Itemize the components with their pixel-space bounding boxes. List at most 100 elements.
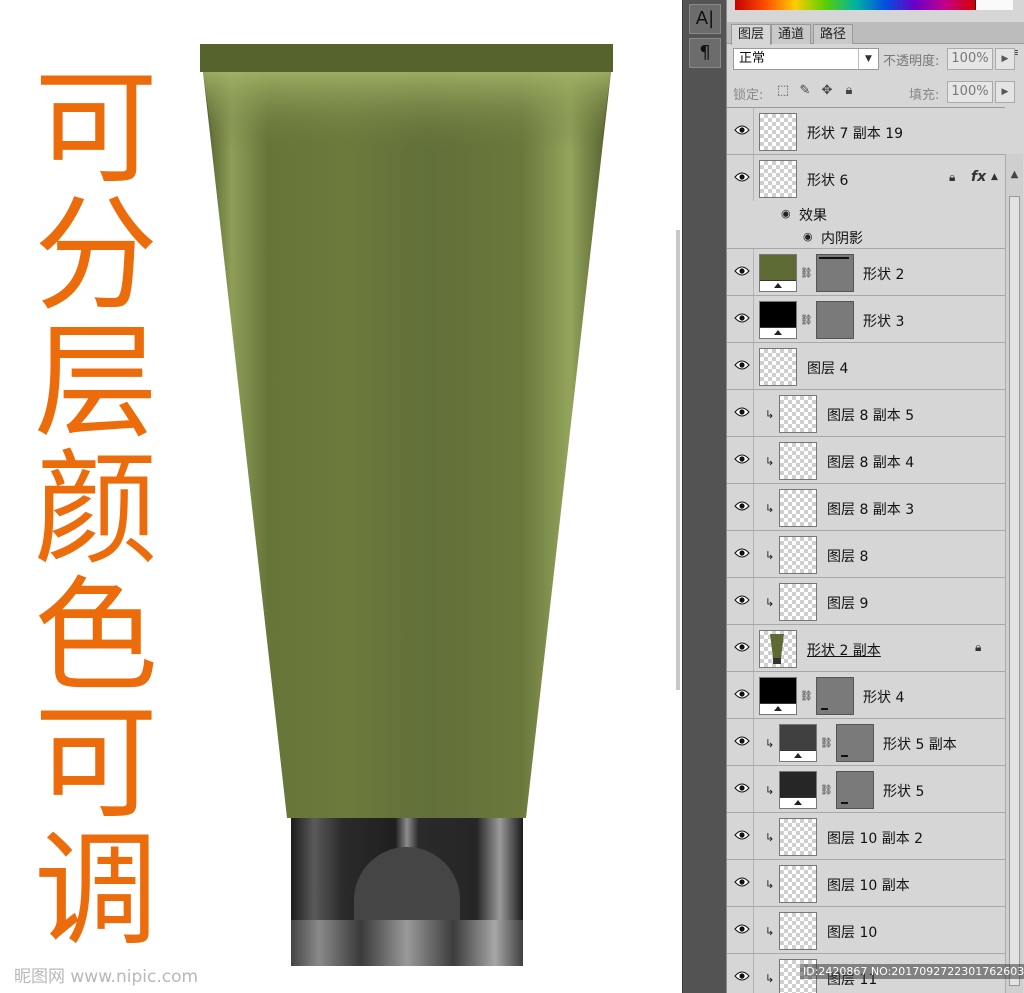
visibility-eye-icon[interactable] (730, 625, 754, 671)
visibility-eye-icon[interactable] (730, 719, 754, 765)
lock-position-move-icon[interactable]: ✥ (819, 83, 835, 99)
paragraph-panel-button[interactable]: ¶ (689, 38, 721, 68)
visibility-eye-icon[interactable] (730, 578, 754, 624)
inner-shadow-row[interactable]: ◉ 内阴影 (727, 225, 1005, 249)
vector-mask-thumbnail (816, 677, 854, 715)
visibility-eye-icon[interactable] (730, 155, 754, 201)
layer-row[interactable]: 图层 4 (727, 343, 1005, 390)
visibility-eye-icon[interactable] (730, 672, 754, 718)
layer-thumbnail (779, 536, 817, 574)
layer-row[interactable]: ↳ 图层 9 (727, 578, 1005, 625)
layer-name: 图层 10 副本 (827, 878, 910, 894)
visibility-eye-icon[interactable] (730, 437, 754, 483)
visibility-eye-icon[interactable] (730, 954, 754, 993)
visibility-eye-icon[interactable] (730, 390, 754, 436)
layer-lock-icon: 🔒︎ (949, 170, 956, 184)
layer-row[interactable]: ↳ 图层 8 副本 3 (727, 484, 1005, 531)
layer-name: 图层 8 副本 3 (827, 502, 915, 518)
visibility-eye-icon[interactable] (730, 860, 754, 906)
layer-name: 图层 8 (827, 549, 869, 565)
tab-channels[interactable]: 通道 (771, 24, 812, 44)
panel-tabs: 图层 通道 路径 ▾≡ (727, 22, 1024, 59)
lock-all-icon[interactable]: 🔒︎ (841, 83, 857, 99)
tab-paths[interactable]: 路径 (813, 24, 854, 44)
color-white-swatch[interactable] (975, 0, 1013, 10)
layer-name: 形状 5 (883, 784, 925, 800)
vector-mask-thumbnail (816, 254, 854, 292)
link-chain-icon: ⛓ (800, 691, 813, 702)
link-chain-icon: ⛓ (800, 268, 813, 279)
character-panel-button[interactable]: A| (689, 4, 721, 34)
headline-vertical-text: 可 分 层 颜 色 可 调 (26, 66, 166, 955)
blend-mode-select[interactable]: 正常 ▼ (733, 48, 879, 70)
scroll-up-arrow-icon[interactable]: ▲ (1006, 154, 1023, 196)
visibility-eye-icon[interactable] (730, 813, 754, 859)
visibility-eye-icon[interactable] (730, 531, 754, 577)
layer-lock-icon: 🔒︎ (975, 640, 982, 654)
color-spectrum[interactable] (735, 0, 975, 10)
tab-layers[interactable]: 图层 (731, 24, 772, 45)
layer-list-scrollbar[interactable]: ▲ (1005, 154, 1023, 993)
layer-name: 形状 4 (863, 690, 905, 706)
layer-row[interactable]: 形状 6 🔒︎ fx ▲ (727, 155, 1005, 202)
fill-input[interactable]: 100% (947, 81, 993, 103)
layer-thumbnail (779, 818, 817, 856)
visibility-eye-icon[interactable] (730, 766, 754, 812)
layer-row[interactable]: ↳ 图层 8 副本 4 (727, 437, 1005, 484)
canvas-scrollbar[interactable] (676, 230, 680, 690)
clipping-arrow-icon: ↳ (765, 408, 775, 421)
clipping-arrow-icon: ↳ (765, 972, 775, 985)
effects-row[interactable]: ◉ 效果 (727, 202, 1005, 225)
scroll-thumb[interactable] (1009, 196, 1020, 986)
layer-row[interactable]: ↳ 图层 10 副本 (727, 860, 1005, 907)
vector-mask-thumbnail (836, 724, 874, 762)
link-chain-icon: ⛓ (800, 315, 813, 326)
visibility-eye-icon[interactable] (730, 296, 754, 342)
lock-label: 锁定: (733, 88, 764, 103)
lock-pixels-brush-icon[interactable]: ✎ (797, 83, 813, 99)
tube-body (203, 72, 611, 818)
fill-slider-arrow-icon[interactable]: ▶ (995, 81, 1015, 103)
tube-shoulder (203, 72, 611, 150)
layer-row[interactable]: ↳ 图层 10 (727, 907, 1005, 954)
clipping-arrow-icon: ↳ (765, 831, 775, 844)
opacity-slider-arrow-icon[interactable]: ▶ (995, 48, 1015, 70)
link-chain-icon: ⛓ (820, 785, 833, 796)
layer-thumbnail (759, 630, 797, 668)
visibility-eye-icon[interactable] (730, 343, 754, 389)
layer-row[interactable]: ↳ 图层 8 (727, 531, 1005, 578)
expand-effects-arrow-icon[interactable]: ▲ (991, 172, 998, 182)
layer-row[interactable]: ⛓ 形状 3 (727, 296, 1005, 343)
visibility-eye-icon[interactable] (730, 907, 754, 953)
opacity-input[interactable]: 100% (947, 48, 993, 70)
lock-transparency-icon[interactable]: ⬚ (775, 83, 791, 99)
layer-name: 图层 8 副本 4 (827, 455, 915, 471)
layer-row[interactable]: ⛓ 形状 4 (727, 672, 1005, 719)
visibility-eye-icon[interactable] (730, 484, 754, 530)
layer-row[interactable]: 形状 2 副本 🔒︎ (727, 625, 1005, 672)
fill-layer-thumbnail (759, 301, 797, 339)
layer-row[interactable]: ↳ ⛓ 形状 5 副本 (727, 719, 1005, 766)
vector-mask-thumbnail (836, 771, 874, 809)
layer-row[interactable]: ↳ ⛓ 形状 5 (727, 766, 1005, 813)
layer-row[interactable]: ⛓ 形状 2 (727, 249, 1005, 296)
layer-row[interactable]: 形状 7 副本 19 (727, 108, 1005, 155)
layer-name: 形状 2 副本 (807, 643, 881, 659)
visibility-eye-icon[interactable] (730, 249, 754, 295)
document-canvas[interactable]: 可 分 层 颜 色 可 调 昵图网 www.nipic.com (0, 0, 682, 993)
layer-name: 图层 8 副本 5 (827, 408, 915, 424)
effect-eye-icon[interactable]: ◉ (803, 230, 813, 243)
visibility-eye-icon[interactable] (730, 108, 754, 154)
layer-list: 形状 7 副本 19 形状 6 🔒︎ fx ▲ ◉ 效果 ◉ 内阴影 ⛓ 形状 … (727, 107, 1005, 993)
effect-eye-icon[interactable]: ◉ (781, 207, 791, 220)
blend-mode-value: 正常 (739, 51, 766, 66)
layer-thumbnail (759, 113, 797, 151)
effects-label: 效果 (799, 208, 827, 224)
opacity-label: 不透明度: (883, 54, 940, 69)
fill-layer-thumbnail (779, 724, 817, 762)
vector-mask-thumbnail (816, 301, 854, 339)
layer-thumbnail (779, 912, 817, 950)
layer-row[interactable]: ↳ 图层 8 副本 5 (727, 390, 1005, 437)
fx-icon[interactable]: fx (971, 169, 986, 185)
layer-row[interactable]: ↳ 图层 10 副本 2 (727, 813, 1005, 860)
